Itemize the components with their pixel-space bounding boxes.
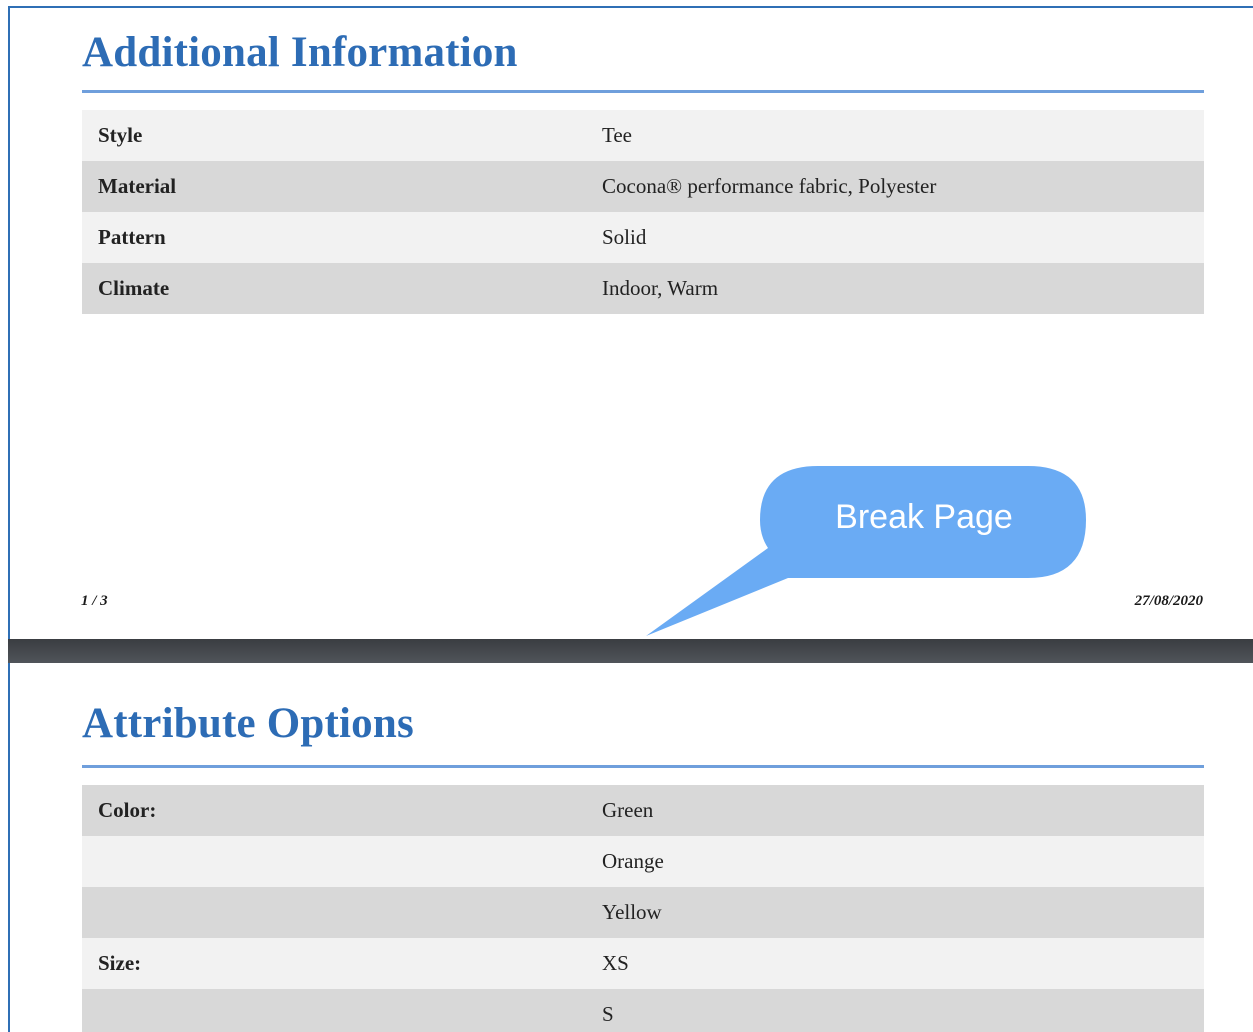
attribute-value: S xyxy=(586,989,1204,1032)
table-row: Style Tee xyxy=(82,110,1204,161)
table-row: Yellow xyxy=(82,887,1204,938)
table-row: Material Cocona® performance fabric, Pol… xyxy=(82,161,1204,212)
attribute-value: Yellow xyxy=(586,887,1204,938)
attribute-value: Indoor, Warm xyxy=(586,263,1204,314)
attribute-label: Size: xyxy=(82,938,586,989)
page-number: 1 / 3 xyxy=(81,593,108,609)
pdf-viewer: Additional Information Style Tee Materia… xyxy=(0,0,1253,1032)
table-row: Orange xyxy=(82,836,1204,887)
attribute-label: Style xyxy=(82,110,586,161)
footer-date: 27/08/2020 xyxy=(1134,593,1203,609)
callout-bubble-shape xyxy=(646,466,1086,636)
attribute-value: Cocona® performance fabric, Polyester xyxy=(586,161,1204,212)
attribute-value: Green xyxy=(586,785,1204,836)
section-title-attribute-options: Attribute Options xyxy=(82,700,414,747)
attribute-value: Orange xyxy=(586,836,1204,887)
attribute-label xyxy=(82,836,586,887)
callout-label: Break Page xyxy=(835,498,1013,536)
table-row: S xyxy=(82,989,1204,1032)
table-row: Color: Green xyxy=(82,785,1204,836)
pdf-page-2: Attribute Options Color: Green Orange Ye… xyxy=(8,663,1253,1032)
title-divider xyxy=(82,765,1204,768)
attribute-label xyxy=(82,989,586,1032)
attribute-value: Tee xyxy=(586,110,1204,161)
title-divider xyxy=(82,90,1204,93)
table-row: Size: XS xyxy=(82,938,1204,989)
attribute-value: XS xyxy=(586,938,1204,989)
attribute-label: Pattern xyxy=(82,212,586,263)
attribute-label xyxy=(82,887,586,938)
attribute-label: Material xyxy=(82,161,586,212)
page-break-gap xyxy=(8,639,1253,663)
attribute-label: Climate xyxy=(82,263,586,314)
table-row: Pattern Solid xyxy=(82,212,1204,263)
additional-information-table: Style Tee Material Cocona® performance f… xyxy=(82,110,1204,314)
section-title-additional-information: Additional Information xyxy=(82,29,518,76)
attribute-options-table: Color: Green Orange Yellow Size: XS S xyxy=(82,785,1204,1032)
table-row: Climate Indoor, Warm xyxy=(82,263,1204,314)
break-page-callout xyxy=(646,466,1086,636)
attribute-label: Color: xyxy=(82,785,586,836)
attribute-value: Solid xyxy=(586,212,1204,263)
